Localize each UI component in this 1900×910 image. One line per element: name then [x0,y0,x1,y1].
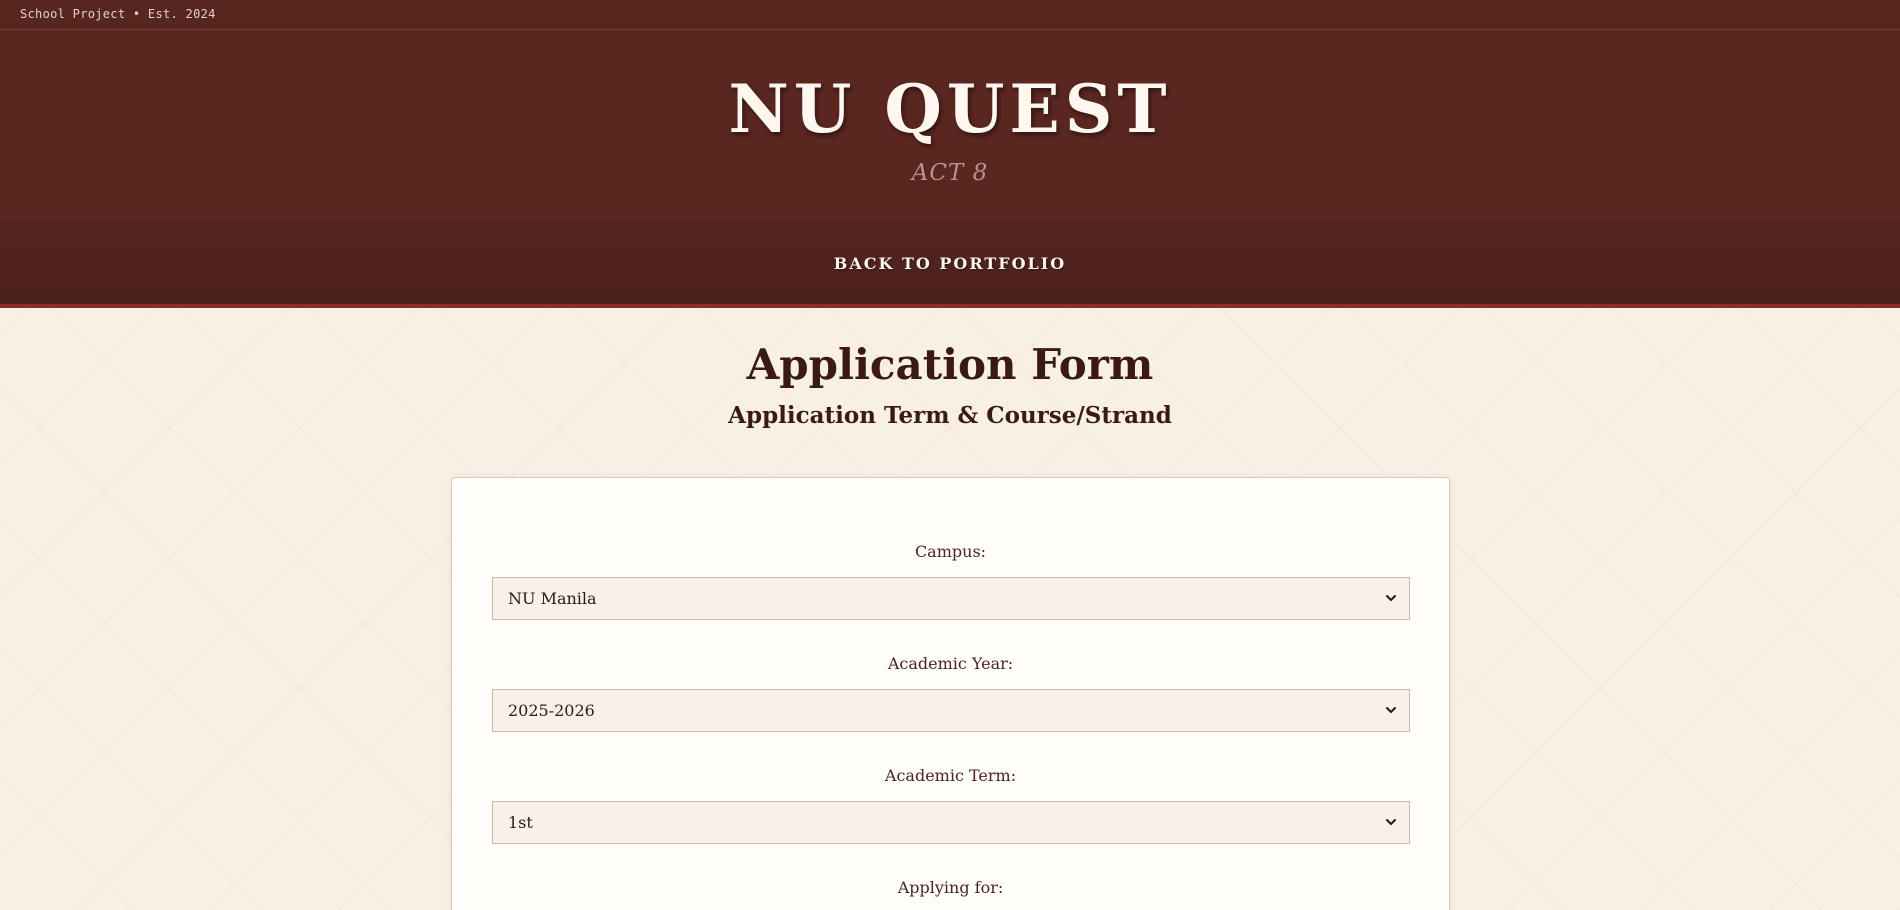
campus-label: Campus: [914,542,987,561]
top-bar-text: School Project • Est. 2024 [20,7,216,21]
academic-term-label: Academic Term: [884,766,1017,785]
campus-select-value: NU Manila [508,589,597,608]
site-header: NU QUEST ACT 8 [0,30,1900,222]
academic-year-select[interactable]: 2025-2026 [492,689,1410,732]
academic-year-label: Academic Year: [887,654,1014,673]
applying-for-label: Applying for: [897,878,1004,897]
nav-bar: BACK TO PORTFOLIO [0,222,1900,308]
academic-term-select[interactable]: 1st [492,801,1410,844]
page-subtitle: Application Term & Course/Strand [728,402,1172,429]
campus-select[interactable]: NU Manila [492,577,1410,620]
site-title: NU QUEST [728,70,1172,148]
site-subtitle: ACT 8 [911,160,989,186]
academic-term-select-value: 1st [508,813,533,832]
chevron-down-icon [1386,819,1396,825]
back-to-portfolio-link[interactable]: BACK TO PORTFOLIO [834,254,1066,273]
chevron-down-icon [1386,707,1396,713]
chevron-down-icon [1386,595,1396,601]
application-form-card: Campus: NU Manila Academic Year: 2025-20… [451,477,1450,910]
page-title: Application Form [746,340,1154,389]
top-bar: School Project • Est. 2024 [0,0,1900,30]
academic-year-select-value: 2025-2026 [508,701,595,720]
